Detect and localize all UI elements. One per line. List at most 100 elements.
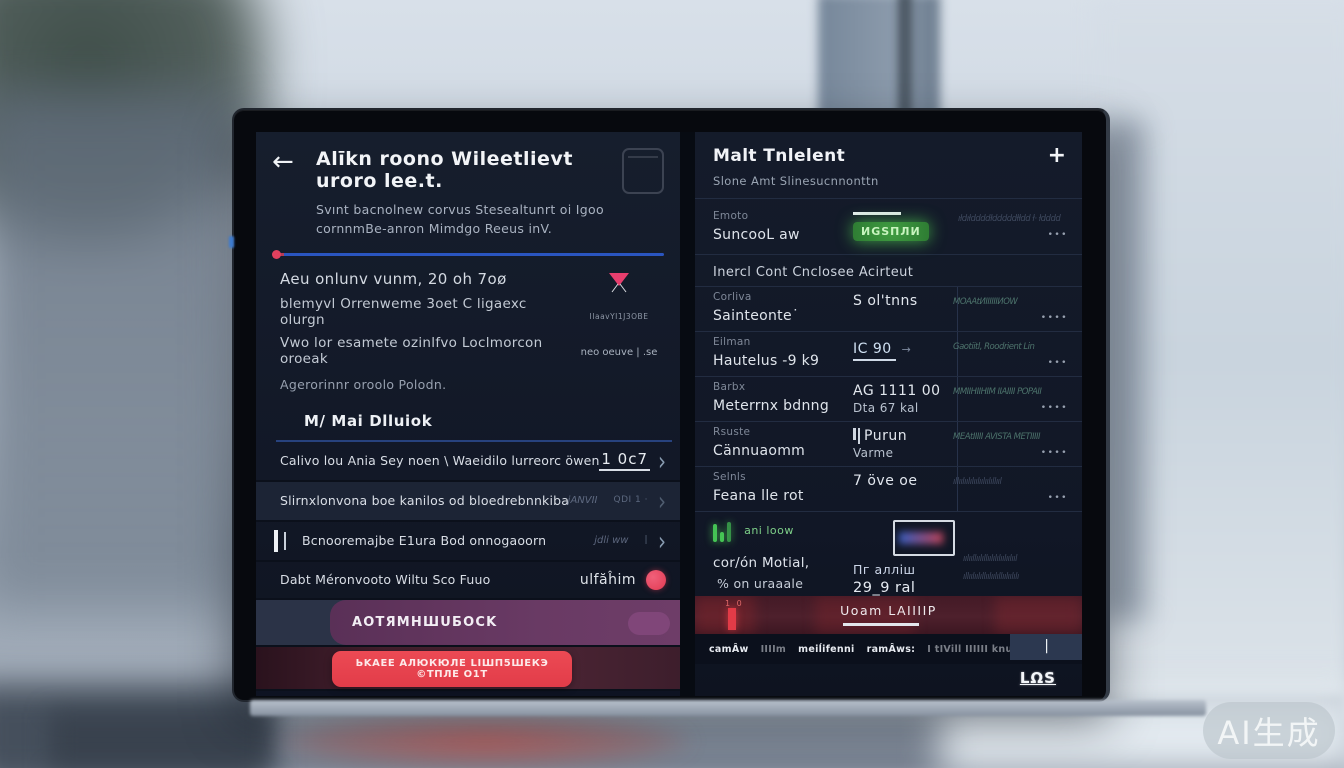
brand-logo: LΩS: [1020, 669, 1056, 687]
column-divider: [957, 377, 958, 421]
row-extra: Gaotiitl, Roodrient Lin •••: [953, 336, 1068, 376]
row-labels: Rsuste Cännuaomm: [713, 426, 853, 466]
row-main-label: Cännuaomm: [713, 443, 853, 459]
more-icon[interactable]: ••••: [953, 403, 1068, 413]
row-main-label: Feana lle rot: [713, 488, 853, 504]
chevron-right-icon[interactable]: ›: [658, 528, 666, 554]
status-top-label: Emoto: [713, 210, 853, 222]
status-extra: ıłdıłddddłdddddłłdd ł· łdddd •••: [958, 214, 1068, 240]
blurred-left-building: [0, 90, 240, 610]
panel-gap: [680, 132, 695, 696]
left-footer-bar: ·..ıātrm: [256, 691, 680, 696]
metric-values: Пг алліш 29_9 ral: [853, 520, 963, 596]
row-top-label: Rsuste: [713, 426, 853, 438]
table-row[interactable]: Corliva Sainteonte˙ S ol'tnns MOAAtИIIII…: [695, 287, 1082, 332]
list-header: Malt Tnlelent +: [695, 132, 1082, 166]
row-hatch-text: Gaotiitl, Roodrient Lin: [953, 342, 1068, 352]
chevron-right-icon[interactable]: ›: [658, 448, 666, 474]
more-icon[interactable]: ••••: [953, 313, 1068, 323]
bottom-bar: camÂw IIIIm meiĺifenni ramÂws: I tIVill …: [695, 634, 1082, 664]
bottom-item[interactable]: IIIIm: [761, 644, 787, 655]
section-title: M/ Mai Dlluiok: [256, 392, 680, 430]
status-labels: Emoto SuncooL aw: [713, 210, 853, 243]
purple-pill[interactable]: [628, 612, 670, 635]
bottom-item[interactable]: ramÂws:: [867, 644, 916, 655]
primary-action-button[interactable]: ЬKAЕE АЛЮКЮЛЕ LIШП5ШЕКЭ ©ТПЛЕ O1T: [332, 651, 572, 687]
list-panel: Malt Tnlelent + Slone Amt Slinesucnnontt…: [695, 132, 1082, 696]
more-icon[interactable]: •••: [958, 230, 1068, 240]
row-value2-text: Dta 67 kal: [853, 401, 953, 415]
thumbnail-content: [899, 532, 943, 544]
chevron-right-icon[interactable]: ›: [658, 488, 666, 514]
back-icon[interactable]: ←: [272, 148, 312, 239]
summary-text: Aeu onlunv vunm, 20 oh 7oø blemyvl Orren…: [280, 270, 574, 392]
summary-block: Aeu onlunv vunm, 20 oh 7oø blemyvl Orren…: [256, 256, 680, 392]
list-item[interactable]: Bcnooremajbe E1ura Bod onnogaoorn jdli w…: [256, 522, 680, 562]
toggle-row[interactable]: Dabt Méronvooto Wiltu Sco Fuuo ulfăĥim: [256, 562, 680, 600]
bottom-item[interactable]: meiĺifenni: [798, 644, 854, 655]
row-extra: MOAAtИIIIIIIИOW ••••: [953, 291, 1068, 331]
table-row[interactable]: Selnls Feana lle rot 7 öve oe ıllıılıılı…: [695, 467, 1082, 512]
window-icon[interactable]: [622, 148, 664, 194]
more-icon[interactable]: ••••: [953, 448, 1068, 458]
row-hatch-text: MMIIHIIHIM IIAIIII POPAII: [953, 387, 1068, 397]
arrow-icon: →: [902, 343, 911, 356]
list-item-value: |: [642, 535, 650, 546]
list-title: Malt Tnlelent: [713, 146, 1048, 166]
toggle-indicator[interactable]: [646, 570, 666, 590]
row-main-label: Meterrnx bdnng: [713, 398, 853, 414]
pause-icon: [274, 530, 286, 552]
list-item[interactable]: Slirnxlonvona boe kanilos od bloedrebnnk…: [256, 482, 680, 522]
row-top-label: Selnls: [713, 471, 853, 483]
row-value-text: 7 öve oe: [853, 473, 953, 489]
laptop-device: ← Alīkn roono Wileetlievt uroro lee.t. S…: [232, 108, 1110, 702]
row-value: AG 1111 00 Dta 67 kal: [853, 381, 953, 421]
purple-action-bar[interactable]: AOTЯMHШUБOCK: [330, 600, 680, 645]
table-row[interactable]: Barbx Meterrnx bdnng AG 1111 00 Dta 67 k…: [695, 377, 1082, 422]
subtitle-line2: cornnmBe-anron Mimdgo Reeus inV.: [316, 221, 552, 236]
highlight-section: AOTЯMHШUБOCK: [256, 600, 680, 647]
alert-banner[interactable]: 1 0 Uoam LAIIIIP: [695, 596, 1082, 634]
column-divider: [957, 467, 958, 511]
subtitle-line1: Svınt bacnolnew corvus Stesealtunrt oi I…: [316, 202, 604, 217]
banner-title: Uoam LAIIIIP: [695, 603, 1082, 618]
summary-line2: blemyvl Orrenweme 3oet C ligaexc olurgn: [280, 296, 574, 328]
row-value: Purun Varme: [853, 426, 953, 466]
detail-header: ← Alīkn roono Wileetlievt uroro lee.t. S…: [256, 132, 680, 239]
row-extra: MMIIHIIHIM IIAIIII POPAII ••••: [953, 381, 1068, 421]
row-hatch-text: MEAtIIIII AVISTA METIIIII: [953, 432, 1068, 442]
metric-hatch1: ıılııllıılıllıılılılıılıılııl: [963, 554, 1068, 564]
row-value-text: AG 1111 00: [853, 383, 953, 399]
row-value: S ol'tnns: [853, 291, 953, 331]
row-extra: ıllıılıılılıılıılıılıllııl •••: [953, 471, 1068, 511]
summary-date: Aeu onlunv vunm, 20 oh 7oø: [280, 270, 574, 288]
metric-line1: cor/ón Motial,: [713, 555, 853, 571]
list-item-label: Bcnooremajbe E1ura Bod onnogaoorn: [302, 533, 594, 548]
status-line: [853, 212, 901, 215]
blurred-keyboard: [50, 712, 270, 768]
status-value: ИGSПЛИ: [853, 212, 958, 241]
add-icon[interactable]: +: [1048, 146, 1066, 166]
metric-line2: % on uraaale: [713, 576, 853, 591]
more-icon[interactable]: •••: [953, 493, 1068, 503]
row-hatch-text: MOAAtИIIIIIIИOW: [953, 297, 1068, 307]
row-labels: Barbx Meterrnx bdnng: [713, 381, 853, 421]
metric-labels: ani loow cor/ón Motial, % on uraaale: [713, 520, 853, 596]
summary-line3: Vwo lor esamete ozinlfvo Loclmorcon oroe…: [280, 335, 574, 367]
app-screen: ← Alīkn roono Wileetlievt uroro lee.t. S…: [256, 132, 1082, 696]
table-row[interactable]: Eilman Hautelus -9 k9 IC 90→ Gaotiitl, R…: [695, 332, 1082, 377]
more-icon[interactable]: •••: [953, 358, 1068, 368]
ai-watermark-badge: AI生成: [1203, 702, 1335, 759]
table-row[interactable]: Rsuste Cännuaomm Purun Varme MEAtIIIII A…: [695, 422, 1082, 467]
metric-green-label: ani loow: [744, 524, 794, 537]
column-divider: [957, 332, 958, 376]
metric-hatch2: ıllıılıılıllıılıılıllıılıılılı: [963, 572, 1068, 582]
bottom-item[interactable]: camÂw: [709, 644, 749, 655]
red-reflection: [280, 714, 690, 768]
metric-extra: ıılııllıılıllıılılılıılıılııl ıllıılıılı…: [963, 520, 1068, 596]
status-row[interactable]: Emoto SuncooL aw ИGSПЛИ ıłdıłddddłdddddł…: [695, 199, 1082, 255]
pink-triangle-icon: [604, 272, 634, 302]
list-item[interactable]: Calivo lou Ania Sey noen \ Waeidilo lurr…: [256, 442, 680, 482]
metric-row[interactable]: ani loow cor/ón Motial, % on uraaale Пг …: [695, 512, 1082, 596]
status-main-label: SuncooL aw: [713, 227, 853, 243]
